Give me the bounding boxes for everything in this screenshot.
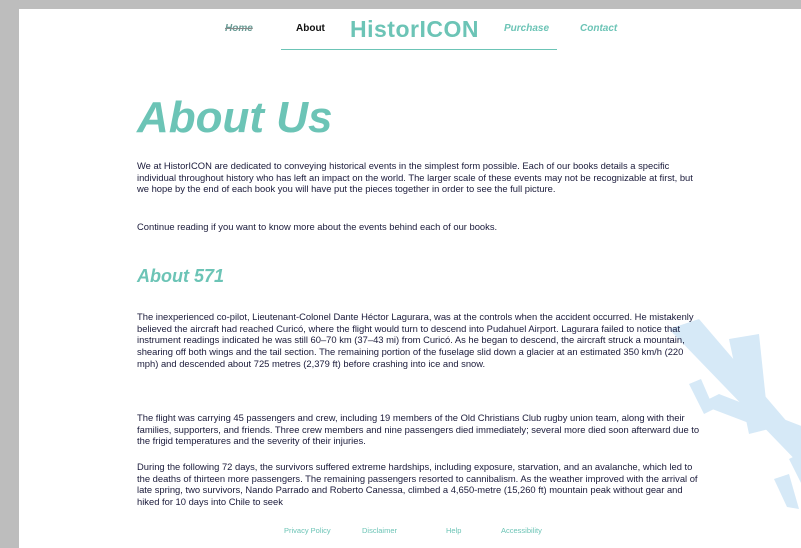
footer: Privacy Policy Disclaimer Help Accessibi… [19, 526, 801, 540]
nav-link-home[interactable]: Home [225, 23, 253, 34]
story-paragraph-3: During the following 72 days, the surviv… [137, 461, 698, 508]
footer-link-privacy[interactable]: Privacy Policy [284, 526, 331, 535]
top-nav: Home About HistorICON Purchase Contact [19, 9, 801, 59]
section-title: About 571 [137, 266, 225, 286]
intro-continue-paragraph: Continue reading if you want to know mor… [137, 221, 498, 232]
footer-link-disclaimer[interactable]: Disclaimer [362, 526, 397, 535]
footer-link-help[interactable]: Help [446, 526, 461, 535]
nav-link-purchase[interactable]: Purchase [504, 23, 549, 34]
nav-link-about[interactable]: About [296, 23, 325, 34]
page-frame: Home About HistorICON Purchase Contact A… [19, 9, 801, 548]
site-logo[interactable]: HistorICON [350, 16, 479, 43]
story-paragraph-1: The inexperienced co-pilot, Lieutenant-C… [137, 311, 694, 369]
nav-link-contact[interactable]: Contact [580, 23, 617, 34]
nav-divider [281, 49, 557, 50]
page-title: About Us [137, 93, 333, 142]
story-paragraph-2: The flight was carrying 45 passengers an… [137, 412, 700, 447]
intro-paragraph: We at HistorICON are dedicated to convey… [137, 160, 693, 195]
footer-link-accessibility[interactable]: Accessibility [501, 526, 542, 535]
